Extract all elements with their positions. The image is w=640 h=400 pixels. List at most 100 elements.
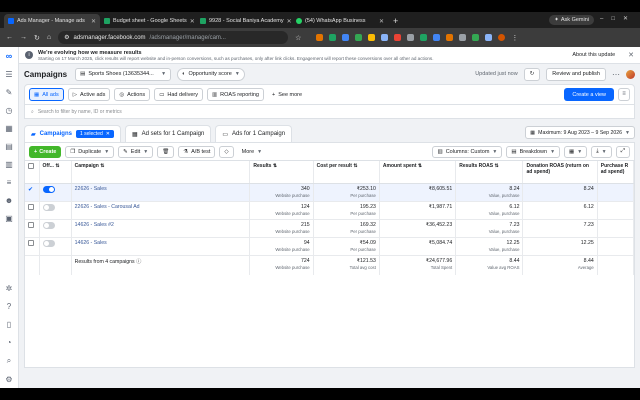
campaign-name-link[interactable]: 22626 - Sales - Carousal Ad — [75, 204, 140, 210]
people-icon[interactable]: ☻ — [5, 196, 13, 205]
row-checkbox[interactable] — [28, 221, 34, 228]
extension-icon[interactable] — [394, 34, 402, 41]
col-results[interactable]: Results ⇅ — [249, 161, 314, 184]
col-amount-spent[interactable]: Amount spent ⇅ — [379, 161, 457, 184]
avatar[interactable] — [626, 69, 635, 79]
breakdown-button[interactable]: ▤ Breakdown ▼ — [506, 145, 561, 158]
meta-logo-icon[interactable]: ∞ — [6, 51, 12, 61]
tab-ads[interactable]: ▭ Ads for 1 Campaign — [215, 125, 293, 142]
menu-icon[interactable]: ☰ — [5, 70, 12, 79]
tab-campaigns[interactable]: ▰ Campaigns 1 selected ✕ — [24, 125, 121, 142]
table-row[interactable]: 14626 - Sales 94 Website purchase ₹54.09 P… — [25, 237, 635, 256]
campaign-toggle[interactable] — [42, 221, 55, 229]
col-results-roas[interactable]: Results ROAS ⇅ — [455, 161, 524, 184]
settings-icon[interactable]: ✲ — [6, 284, 13, 293]
doc-icon[interactable]: ▯ — [7, 320, 11, 329]
stack-icon[interactable]: ▣ — [5, 214, 13, 223]
edit-button[interactable]: ✎ Edit ▼ — [118, 145, 154, 158]
close-icon[interactable]: ✕ — [628, 51, 634, 59]
create-button[interactable]: + Create — [29, 145, 62, 158]
extension-icon[interactable] — [316, 34, 324, 41]
tab-actions[interactable]: ◎ Actions — [114, 88, 151, 101]
close-tab-icon[interactable]: ✕ — [190, 18, 195, 25]
campaign-name-link[interactable]: 14626 - Sales — [75, 240, 107, 246]
profile-icon[interactable] — [498, 34, 506, 41]
new-tab-button[interactable]: + — [388, 14, 403, 28]
extension-icon[interactable] — [368, 34, 376, 41]
tab-ad-sets[interactable]: ▦ Ad sets for 1 Campaign — [124, 125, 212, 142]
tab-roas-reporting[interactable]: ▥ ROAS reporting — [206, 88, 264, 101]
create-view-button[interactable]: Create a view — [564, 88, 614, 101]
more-icon[interactable]: ⋯ — [612, 70, 620, 79]
columns-button[interactable]: ▥ Columns: Custom ▼ — [432, 145, 503, 158]
account-selector[interactable]: ▤ Sports Shoes (13635344... ▼ — [75, 67, 172, 81]
back-icon[interactable]: ← — [6, 34, 13, 41]
delete-button[interactable]: 🗑 — [157, 145, 175, 158]
table-row[interactable]: ✔ 22626 - Sales 340 Website purchase ₹253… — [25, 183, 635, 202]
extension-icon[interactable] — [355, 34, 363, 41]
browser-tab[interactable]: Ads Manager - Manage ads ✕ — [4, 14, 100, 28]
extension-icon[interactable] — [420, 34, 428, 41]
grid-icon[interactable]: ▦ — [5, 124, 13, 133]
forward-icon[interactable]: → — [20, 34, 27, 41]
star-icon[interactable]: ☆ — [295, 34, 301, 42]
col-off[interactable]: Off... ⇅ — [39, 161, 72, 184]
clock-icon[interactable]: ◷ — [6, 106, 13, 115]
select-all-header[interactable] — [25, 161, 40, 184]
date-range-picker[interactable]: ▦ Maximum: 9 Aug 2023 – 9 Sep 2026 ▼ — [525, 126, 635, 139]
close-tab-icon[interactable]: ✕ — [379, 18, 384, 25]
close-tab-icon[interactable]: ✕ — [287, 18, 292, 25]
extension-icon[interactable] — [485, 34, 493, 41]
tab-had-delivery[interactable]: ▭ Had delivery — [154, 88, 203, 101]
info-icon[interactable]: ⓘ — [136, 259, 141, 265]
tab-active-ads[interactable]: ▷ Active ads — [67, 88, 111, 101]
row-checkbox[interactable] — [28, 203, 34, 210]
extension-icon[interactable] — [329, 34, 337, 41]
reload-icon[interactable]: ↻ — [34, 34, 40, 42]
chart-icon[interactable]: ▥ — [5, 160, 13, 169]
more-button[interactable]: More ▼ — [238, 146, 266, 158]
reports-button[interactable]: ▦ ▼ — [564, 145, 588, 158]
window-controls[interactable]: –□✕ — [600, 15, 636, 22]
browser-tab[interactable]: Budget sheet - Google Sheets ✕ — [100, 14, 196, 28]
browser-tab[interactable]: 9928 - Social Baniya Academy ✕ — [196, 14, 292, 28]
extension-icon[interactable] — [407, 34, 415, 41]
bug-icon[interactable]: ⚙ — [5, 375, 12, 384]
table-row[interactable]: 14626 - Sales #2 215 Website purchase 169… — [25, 219, 635, 238]
browser-tab[interactable]: (54) WhatsApp Business ✕ — [292, 14, 388, 28]
campaign-name-link[interactable]: 22626 - Sales — [75, 186, 107, 192]
extension-icon[interactable] — [459, 34, 467, 41]
col-donation-roas[interactable]: Donation ROAS (return on ad spend) — [522, 161, 598, 184]
view-settings-button[interactable]: ≡ — [618, 88, 630, 101]
col-campaign[interactable]: Campaign ⇅ — [71, 161, 251, 184]
selected-badge[interactable]: 1 selected ✕ — [75, 130, 114, 138]
search-icon[interactable]: ⌕ — [7, 356, 11, 366]
row-checkbox[interactable] — [28, 239, 34, 246]
duplicate-button[interactable]: ❐ Duplicate ▼ — [65, 145, 115, 158]
select-all-checkbox[interactable] — [28, 163, 34, 169]
extension-icon[interactable] — [433, 34, 441, 41]
site-info-icon[interactable]: ⚙ — [64, 34, 69, 41]
extension-icon[interactable] — [446, 34, 454, 41]
checkmark-icon[interactable]: ✔ — [28, 187, 33, 193]
url-field[interactable]: ⚙ adsmanager.facebook.com/adsmanager/man… — [58, 31, 289, 44]
expand-button[interactable]: ⤢ — [615, 145, 630, 158]
help-icon[interactable]: ? — [7, 302, 11, 311]
review-publish-button[interactable]: Review and publish — [546, 67, 606, 81]
ask-gemini-button[interactable]: ✦ Ask Gemini — [549, 15, 594, 25]
shop-icon[interactable]: ▤ — [5, 142, 13, 151]
extension-icon[interactable] — [342, 34, 350, 41]
extension-icon[interactable] — [381, 34, 389, 41]
campaign-toggle[interactable] — [42, 203, 55, 211]
opportunity-score[interactable]: ◐ Opportunity score ▼ — [177, 67, 245, 81]
search-input[interactable]: ⌕ Search to filter by name, ID or metric… — [24, 105, 635, 119]
ab-test-button[interactable]: ⚗ A/B test — [178, 145, 216, 158]
campaign-name-link[interactable]: 14626 - Sales #2 — [75, 222, 114, 228]
col-purchase-roas[interactable]: Purchase R ad spend) — [597, 161, 635, 184]
about-update-link[interactable]: About this update — [572, 52, 615, 58]
tab-all-ads[interactable]: ▦ All ads — [29, 88, 64, 101]
list-icon[interactable]: ≡ — [7, 178, 12, 187]
table-row[interactable]: 22626 - Sales - Carousal Ad 124 Website p… — [25, 201, 635, 220]
campaign-toggle[interactable] — [42, 185, 55, 193]
bell-icon[interactable]: ◔ — [7, 338, 12, 347]
